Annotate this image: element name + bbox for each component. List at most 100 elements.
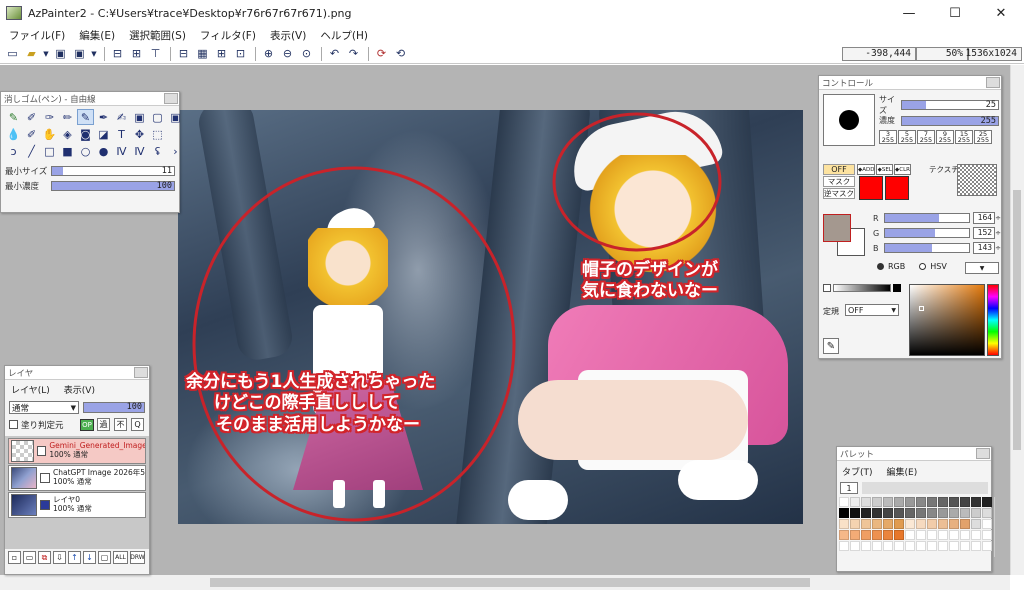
image-size-icon[interactable]: ⊟ [109,46,126,62]
palette-swatch[interactable] [861,497,871,507]
palette-swatch[interactable] [938,519,948,529]
finger-icon[interactable]: ✋ [41,126,58,142]
visibility-checkbox[interactable] [39,473,50,483]
draw-layer-button[interactable]: DRW [130,551,145,564]
menu-help[interactable]: ヘルプ(H) [313,28,375,43]
palette-swatch[interactable] [839,541,849,551]
merge-layer-icon[interactable]: ⇩ [53,551,66,564]
chevron-right-icon[interactable]: › [167,143,184,159]
flip-icon[interactable]: ⊟ [175,46,192,62]
palette-swatch[interactable] [960,530,970,540]
palette-swatch[interactable] [905,530,915,540]
mask-mode-a[interactable]: ◆ADD [857,164,876,175]
palette-swatch[interactable] [894,519,904,529]
curve-icon[interactable]: ʢ [149,143,166,159]
layer-item[interactable]: Gemini_Generated_Image_st 100% 通常 [8,438,146,464]
vertical-scroll-thumb[interactable] [1013,190,1021,450]
palette-swatch[interactable] [938,541,948,551]
fill-reference-checkbox[interactable] [9,420,18,429]
palette-swatch[interactable] [850,541,860,551]
palette-swatch[interactable] [938,497,948,507]
mask-color-1[interactable] [859,176,883,200]
preset-cell[interactable]: 9 255 [936,130,954,144]
fit-icon[interactable]: ⊡ [232,46,249,62]
hue-bar[interactable] [987,284,999,356]
layer-opacity-slider[interactable]: 100 [83,402,145,413]
stamp-icon[interactable]: ▣ [131,109,148,125]
palette-swatch[interactable] [905,508,915,518]
blur-icon[interactable]: ✐ [23,126,40,142]
palette-swatch[interactable] [839,508,849,518]
layer-item[interactable]: レイヤ0 100% 通常 [8,492,146,518]
palette-swatch[interactable] [916,541,926,551]
layer-menu-view[interactable]: 表示(V) [64,383,95,396]
zoom-reset-icon[interactable]: ⊙ [298,46,315,62]
r-value-input[interactable]: 164 [973,212,996,224]
layer-btn-q[interactable]: Q [131,418,144,431]
mask-color-2[interactable] [885,176,909,200]
palette-swatch[interactable] [850,508,860,518]
palette-swatch[interactable] [927,497,937,507]
airbrush-icon[interactable]: ✑ [41,109,58,125]
palette-swatch[interactable] [861,508,871,518]
palette-swatch[interactable] [971,519,981,529]
rotate-icon[interactable]: ⟳ [373,46,390,62]
rgb-radio[interactable] [877,263,884,270]
palette-swatch[interactable] [982,530,992,540]
palette-swatch[interactable] [949,541,959,551]
gradient-icon[interactable]: ◪ [95,126,112,142]
canvas-image[interactable]: 余分にもう1人生成されちゃった けどこの際手直ししして そのまま活用しようかなー… [178,110,803,524]
clear-layer-icon[interactable]: ▢ [98,551,111,564]
palette-tab-1[interactable]: 1 [840,482,858,494]
palette-swatch[interactable] [839,497,849,507]
move-icon[interactable]: ✥ [131,126,148,142]
b-slider[interactable] [884,243,971,253]
menu-view[interactable]: 表示(V) [263,28,313,43]
brush-density-slider[interactable]: 255 [901,115,999,126]
layer-btn-fu[interactable]: 不 [114,418,127,431]
preset-cell[interactable]: 15 255 [955,130,973,144]
close-button[interactable]: ✕ [978,0,1024,26]
palette-swatch[interactable] [894,530,904,540]
reverse-mask-button[interactable]: 逆マスク [823,188,855,199]
color-mode-dropdown[interactable]: ▼ [965,262,999,274]
palette-swatch[interactable] [905,497,915,507]
palette-swatch[interactable] [960,519,970,529]
palette-swatch[interactable] [850,530,860,540]
g-slider[interactable] [884,228,971,238]
layer-mode-badge[interactable]: OP [80,418,94,431]
palette-menu-edit[interactable]: 編集(E) [887,465,918,478]
horizontal-scroll-thumb[interactable] [210,578,810,587]
mask-mode-c[interactable]: ◆CLR [894,164,911,175]
palette-swatch[interactable] [938,530,948,540]
copy-layer-icon[interactable]: ⧉ [38,551,51,564]
bezier-icon[interactable]: Ⅳ [131,143,148,159]
mask-mode-b[interactable]: ◆SEL [876,164,894,175]
layer-btn-ko[interactable]: 過 [97,418,110,431]
palette-swatch[interactable] [971,497,981,507]
hsv-radio[interactable] [919,263,927,270]
palette-swatch[interactable] [916,497,926,507]
zoom-in-icon[interactable]: ⊕ [260,46,277,62]
grid-icon[interactable]: ▦ [194,46,211,62]
text-icon[interactable]: T [113,126,130,142]
preset-cell[interactable]: 3 255 [879,130,897,144]
layer-item[interactable]: ChatGPT Image 2026年5 100% 通常 [8,465,146,491]
foreground-color[interactable] [823,214,851,242]
circle-fill-icon[interactable]: ● [95,143,112,159]
undo-icon[interactable]: ↶ [326,46,343,62]
palette-swatch[interactable] [861,530,871,540]
mask-off-button[interactable]: OFF [823,164,855,175]
save-as-icon[interactable]: ▣ [71,46,88,62]
zoom-out-icon[interactable]: ⊖ [279,46,296,62]
menu-file[interactable]: ファイル(F) [2,28,72,43]
palette-swatch[interactable] [872,541,882,551]
palette-swatch[interactable] [927,508,937,518]
palette-swatch[interactable] [905,541,915,551]
palette-menu-tab[interactable]: タブ(T) [842,465,873,478]
preset-cell[interactable]: 5 255 [898,130,916,144]
gradient-checkbox[interactable] [823,284,831,292]
dropdown-icon[interactable]: ▼ [42,46,50,62]
canvas-size-icon[interactable]: ⊞ [128,46,145,62]
layer-menu-layer[interactable]: レイヤ(L) [11,383,50,396]
